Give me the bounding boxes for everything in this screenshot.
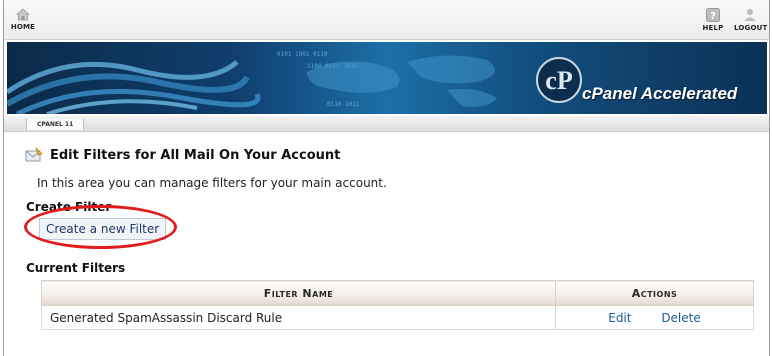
delete-filter-link[interactable]: Delete — [661, 311, 700, 325]
brand-text: cPanel Accelerated — [582, 84, 738, 103]
home-icon — [16, 8, 30, 21]
table-row: Generated SpamAssassin Discard Rule Edit… — [41, 305, 754, 330]
create-filter-heading: Create Filter — [26, 200, 112, 214]
column-header-filter-name: Filter Name — [41, 280, 556, 306]
filters-table: Filter Name Actions Generated SpamAssass… — [41, 280, 754, 330]
current-filters-heading: Current Filters — [26, 261, 126, 275]
svg-text:0110 1011: 0110 1011 — [327, 101, 360, 108]
logout-button[interactable]: LOGOUT — [734, 8, 768, 32]
table-header-row: Filter Name Actions — [41, 280, 754, 306]
filter-name-cell: Generated SpamAssassin Discard Rule — [41, 305, 556, 330]
mail-filter-icon — [25, 146, 43, 162]
edit-filter-link[interactable]: Edit — [608, 311, 631, 325]
page-frame: HOME ? HELP LOGOUT 0101 1001 0110 0110 1… — [3, 0, 770, 356]
column-header-actions: Actions — [555, 280, 754, 306]
page-title: Edit Filters for All Mail On Your Accoun… — [50, 148, 341, 163]
top-navigation-bar: HOME ? HELP LOGOUT — [4, 0, 769, 40]
help-icon: ? — [706, 8, 720, 22]
logout-icon — [744, 9, 756, 21]
help-label: HELP — [702, 24, 724, 32]
help-button[interactable]: ? HELP — [702, 8, 724, 32]
home-label: HOME — [10, 23, 36, 31]
tab-strip: CPANEL 11 — [4, 116, 769, 132]
logout-label: LOGOUT — [734, 24, 768, 32]
cpanel-banner: 0101 1001 0110 1100 0011 1010 0110 1011 … — [7, 42, 767, 114]
svg-text:?: ? — [710, 11, 716, 22]
page-description: In this area you can manage filters for … — [37, 176, 387, 190]
create-new-filter-button[interactable]: Create a new Filter — [39, 218, 167, 240]
svg-text:cP: cP — [545, 66, 573, 95]
svg-text:0101 1001 0110: 0101 1001 0110 — [277, 51, 328, 58]
home-button[interactable]: HOME — [10, 8, 36, 31]
filter-actions-cell: Edit Delete — [555, 305, 754, 330]
tab-cpanel-11[interactable]: CPANEL 11 — [26, 119, 85, 130]
